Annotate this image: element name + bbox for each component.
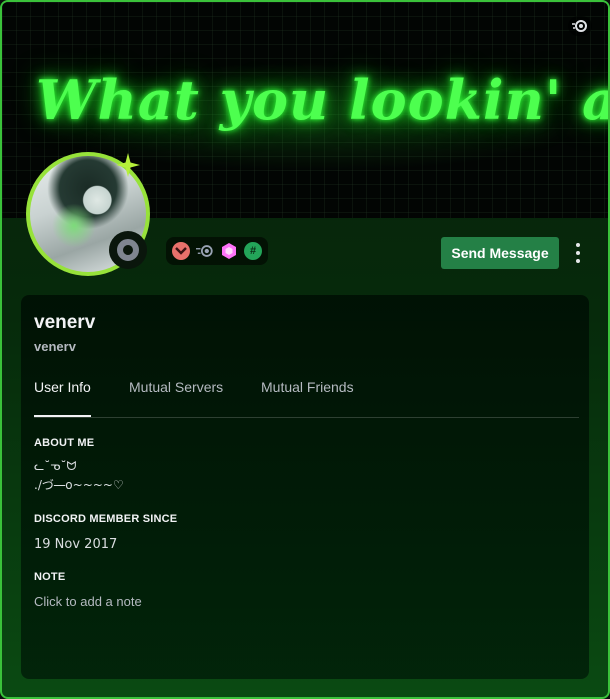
chevron-down-icon	[175, 247, 187, 255]
note-input[interactable]: Click to add a note	[34, 594, 142, 609]
tab-user-info[interactable]: User Info	[34, 379, 91, 417]
banner-neon-text: What you lookin' at?	[36, 68, 608, 132]
send-message-button[interactable]: Send Message	[441, 237, 559, 269]
sparkle-icon	[116, 153, 140, 177]
about-me-line-2: ./づ ̶ ̶o~~~~♡	[34, 478, 124, 492]
nitro-badge-icon[interactable]	[568, 16, 592, 36]
tab-mutual-servers[interactable]: Mutual Servers	[129, 379, 223, 416]
status-indicator	[109, 231, 147, 269]
about-me-line-1: ᓚ˘ᓀ˘ᗢ	[34, 459, 77, 473]
tab-mutual-friends[interactable]: Mutual Friends	[261, 379, 354, 416]
more-dot	[576, 251, 580, 255]
hypesquad-brilliance-icon[interactable]	[172, 242, 190, 260]
more-dot	[576, 259, 580, 263]
hexagon-icon	[222, 243, 236, 259]
more-vertical-icon[interactable]	[568, 239, 588, 267]
server-booster-icon[interactable]	[220, 242, 238, 260]
nitro-badge-glyph	[196, 245, 213, 257]
member-since-date: 19 Nov 2017	[34, 537, 118, 552]
display-name: venerv	[34, 312, 96, 333]
profile-tabs: User Info Mutual Servers Mutual Friends	[34, 379, 579, 418]
profile-badges: #	[166, 237, 268, 265]
username: venerv	[34, 339, 76, 354]
note-heading: NOTE	[34, 571, 66, 583]
about-me-heading: ABOUT ME	[34, 437, 95, 449]
member-since-heading: DISCORD MEMBER SINCE	[34, 513, 178, 525]
nitro-icon-glyph	[572, 20, 587, 32]
hashtag-icon[interactable]: #	[244, 242, 262, 260]
profile-info-card: venerv venerv User Info Mutual Servers M…	[21, 295, 589, 679]
nitro-icon[interactable]	[196, 242, 214, 260]
more-dot	[576, 243, 580, 247]
offline-status-icon	[117, 239, 139, 261]
user-profile-modal: What you lookin' at?	[0, 0, 610, 699]
